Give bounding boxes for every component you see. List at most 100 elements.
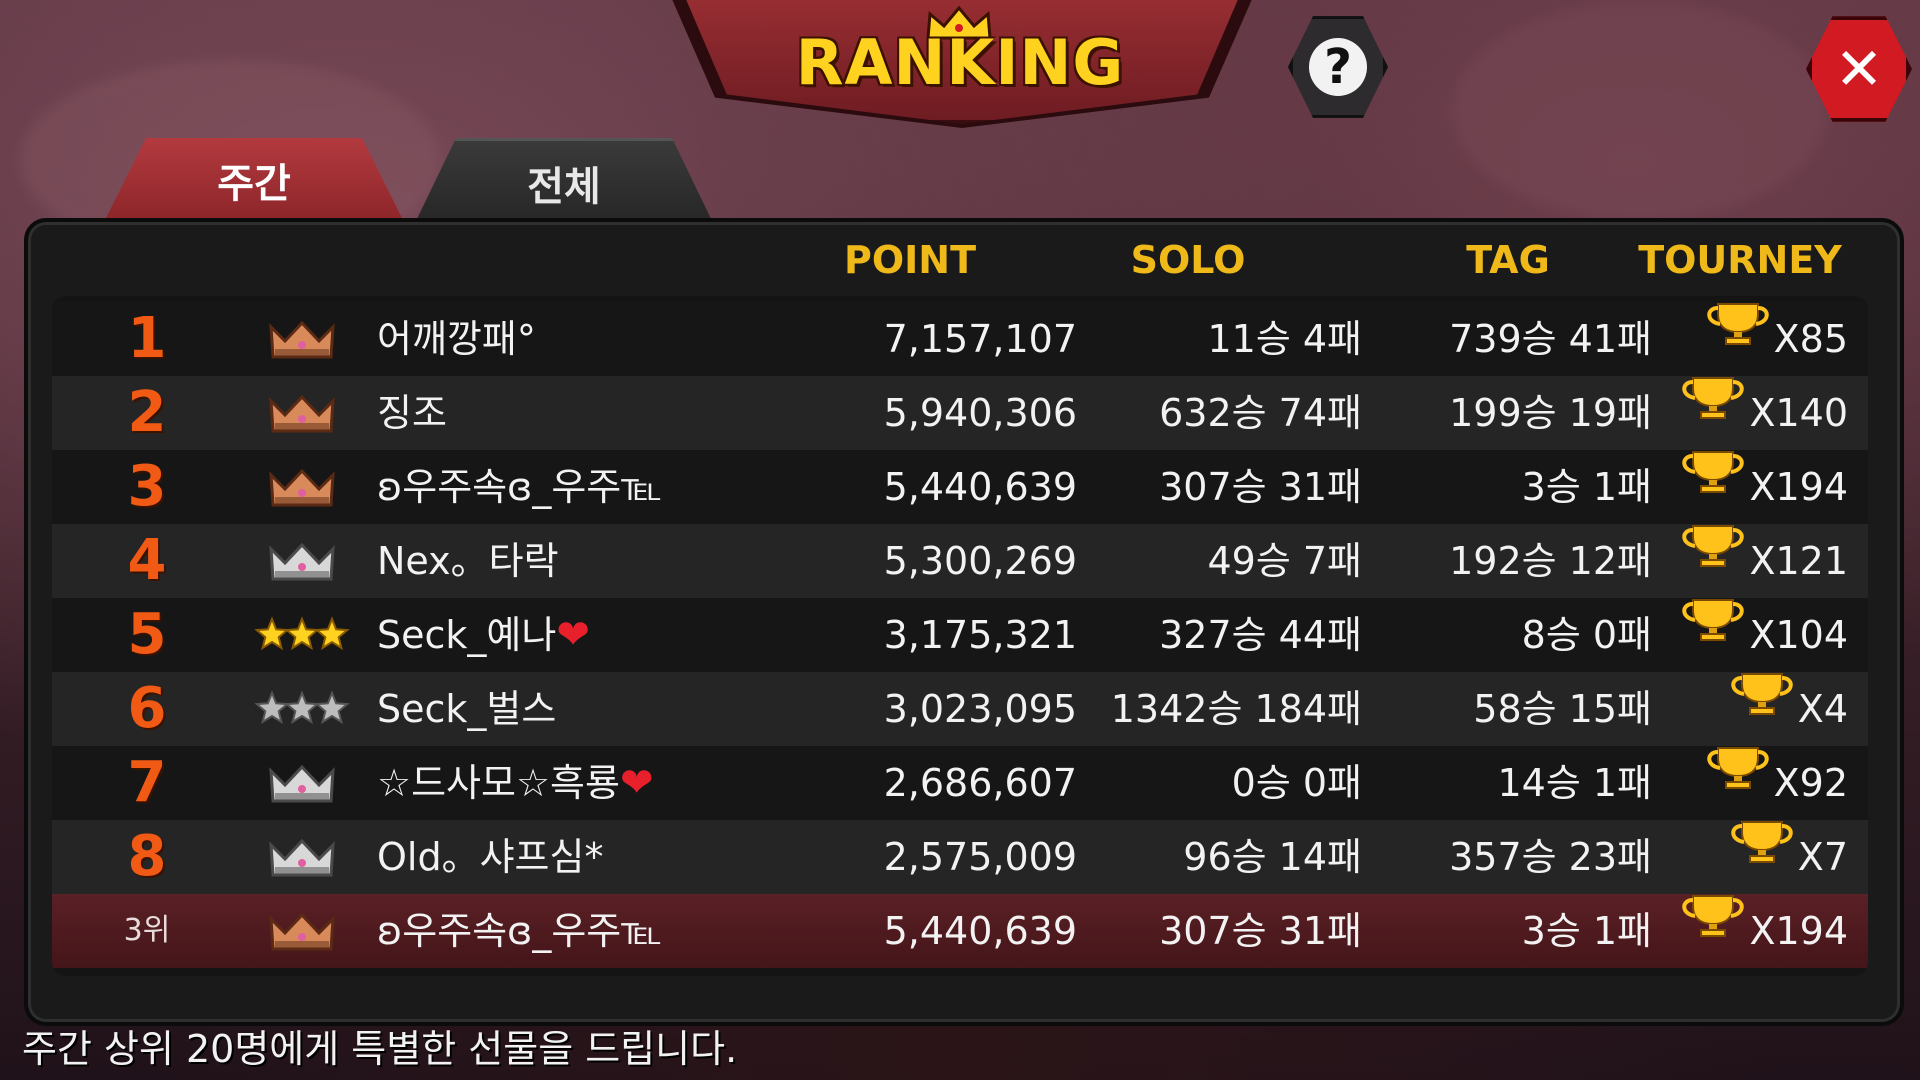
rank-number: 6 bbox=[127, 676, 167, 741]
trophy-icon bbox=[1728, 818, 1796, 896]
trophy-icon bbox=[1679, 522, 1747, 600]
tourney-count: X4 bbox=[1797, 687, 1848, 731]
heart-icon: ❤ bbox=[619, 760, 654, 806]
table-row[interactable]: 5 Seck_예나❤ 3,175,321 327승 44패 8승 0패 X104 bbox=[52, 598, 1868, 672]
tourney-count: X121 bbox=[1749, 539, 1848, 583]
heart-icon: ❤ bbox=[556, 612, 590, 658]
player-name: Seck_벌스 bbox=[377, 687, 557, 731]
solo-record: 0승 0패 bbox=[1231, 761, 1362, 805]
tourney-wins: X92 bbox=[1652, 746, 1848, 820]
tag-record: 357승 23패 bbox=[1449, 835, 1652, 879]
trophy-icon bbox=[1704, 300, 1772, 378]
rank-number: 2 bbox=[127, 380, 167, 445]
column-header-tag: TAG bbox=[1466, 238, 1550, 282]
player-name: 어깨깡패° bbox=[377, 317, 536, 361]
tourney-wins: X140 bbox=[1652, 376, 1848, 450]
solo-record: 96승 14패 bbox=[1183, 835, 1362, 879]
tag-record: 199승 19패 bbox=[1449, 391, 1652, 435]
tag-record: 3승 1패 bbox=[1521, 465, 1652, 509]
column-header-point: POINT bbox=[843, 238, 977, 282]
trophy-icon bbox=[1679, 374, 1747, 452]
tourney-wins: X4 bbox=[1652, 672, 1848, 746]
tourney-wins: X121 bbox=[1652, 524, 1848, 598]
rank-number: 1 bbox=[127, 306, 167, 371]
solo-record: 307승 31패 bbox=[1159, 909, 1362, 953]
point-value: 2,575,009 bbox=[883, 835, 1077, 879]
solo-record: 307승 31패 bbox=[1159, 465, 1362, 509]
point-value: 5,300,269 bbox=[883, 539, 1077, 583]
player-name: Nex。타락 bbox=[377, 539, 559, 583]
stars-icon bbox=[237, 672, 367, 746]
table-row[interactable]: 6 Seck_벌스 3,023,095 1342승 184패 58승 15패 X4 bbox=[52, 672, 1868, 746]
point-value: 5,440,639 bbox=[883, 909, 1077, 953]
tag-record: 3승 1패 bbox=[1521, 909, 1652, 953]
trophy-icon bbox=[1704, 744, 1772, 822]
tourney-wins: X7 bbox=[1652, 820, 1848, 894]
tourney-wins: X194 bbox=[1652, 894, 1848, 968]
table-row[interactable]: 4 Nex。타락 5,300,269 49승 7패 192승 12패 X121 bbox=[52, 524, 1868, 598]
table-row[interactable]: 8 Old。샤프심* 2,575,009 96승 14패 357승 23패 X7 bbox=[52, 820, 1868, 894]
trophy-icon bbox=[1679, 596, 1747, 674]
trophy-icon bbox=[1679, 892, 1747, 970]
question-icon: ? bbox=[1309, 38, 1367, 96]
stars-icon bbox=[237, 598, 367, 672]
solo-record: 327승 44패 bbox=[1159, 613, 1362, 657]
tourney-count: X194 bbox=[1749, 465, 1848, 509]
tourney-wins: X85 bbox=[1652, 302, 1848, 376]
tourney-count: X194 bbox=[1749, 909, 1848, 953]
close-icon: ✕ bbox=[1834, 35, 1884, 103]
solo-record: 632승 74패 bbox=[1159, 391, 1362, 435]
tag-record: 192승 12패 bbox=[1449, 539, 1652, 583]
footer-notice: 주간 상위 20명에게 특별한 선물을 드립니다. bbox=[22, 1027, 738, 1071]
my-rank-row[interactable]: 3위 ʚ우주속ɞ_우주℡ 5,440,639 307승 31패 3승 1패 X194 bbox=[52, 894, 1868, 968]
player-name: 징조 bbox=[377, 391, 447, 435]
solo-record: 1342승 184패 bbox=[1110, 687, 1362, 731]
player-name: ʚ우주속ɞ_우주℡ bbox=[377, 465, 663, 509]
tourney-wins: X104 bbox=[1652, 598, 1848, 672]
player-name: Seck_예나❤ bbox=[377, 612, 590, 658]
crown-icon bbox=[237, 746, 367, 820]
rank-number: 3 bbox=[127, 454, 167, 519]
point-value: 5,440,639 bbox=[883, 465, 1077, 509]
point-value: 3,023,095 bbox=[883, 687, 1077, 731]
tourney-count: X92 bbox=[1773, 761, 1848, 805]
tag-record: 58승 15패 bbox=[1473, 687, 1652, 731]
tab-all[interactable]: 전체 bbox=[414, 138, 714, 225]
rank-number: 8 bbox=[127, 824, 167, 889]
table-row[interactable]: 1 어깨깡패° 7,157,107 11승 4패 739승 41패 X85 bbox=[52, 302, 1868, 376]
player-name: ʚ우주속ɞ_우주℡ bbox=[377, 909, 663, 953]
crown-icon bbox=[237, 376, 367, 450]
tag-record: 739승 41패 bbox=[1449, 317, 1652, 361]
table-row[interactable]: 7 ☆드사모☆흑룡❤ 2,686,607 0승 0패 14승 1패 X92 bbox=[52, 746, 1868, 820]
trophy-icon bbox=[1728, 670, 1796, 748]
point-value: 5,940,306 bbox=[883, 391, 1077, 435]
crown-icon bbox=[237, 820, 367, 894]
page-title: RANKING bbox=[795, 26, 1125, 99]
player-name: Old。샤프심* bbox=[377, 835, 604, 879]
tourney-wins: X194 bbox=[1652, 450, 1848, 524]
rank-number: 4 bbox=[127, 528, 167, 593]
tourney-count: X85 bbox=[1773, 317, 1848, 361]
tourney-count: X140 bbox=[1749, 391, 1848, 435]
tag-record: 8승 0패 bbox=[1521, 613, 1652, 657]
column-header-solo: SOLO bbox=[1130, 238, 1246, 282]
crown-icon bbox=[237, 524, 367, 598]
solo-record: 11승 4패 bbox=[1207, 317, 1362, 361]
table-row[interactable]: 2 징조 5,940,306 632승 74패 199승 19패 X140 bbox=[52, 376, 1868, 450]
point-value: 3,175,321 bbox=[883, 613, 1077, 657]
column-header-tourney: TOURNEY bbox=[1638, 238, 1842, 282]
player-name: ☆드사모☆흑룡❤ bbox=[377, 760, 654, 806]
rank-number: 5 bbox=[127, 602, 167, 667]
tag-record: 14승 1패 bbox=[1497, 761, 1652, 805]
table-row[interactable]: 3 ʚ우주속ɞ_우주℡ 5,440,639 307승 31패 3승 1패 X194 bbox=[52, 450, 1868, 524]
tourney-count: X104 bbox=[1749, 613, 1848, 657]
solo-record: 49승 7패 bbox=[1207, 539, 1362, 583]
ranking-list: 1 어깨깡패° 7,157,107 11승 4패 739승 41패 X85 2 징조 5,940… bbox=[52, 296, 1868, 976]
trophy-icon bbox=[1679, 448, 1747, 526]
crown-icon bbox=[237, 302, 367, 376]
crown-icon bbox=[237, 894, 367, 968]
point-value: 2,686,607 bbox=[883, 761, 1077, 805]
tab-weekly[interactable]: 주간 bbox=[104, 138, 404, 222]
tourney-count: X7 bbox=[1797, 835, 1848, 879]
crown-icon bbox=[237, 450, 367, 524]
